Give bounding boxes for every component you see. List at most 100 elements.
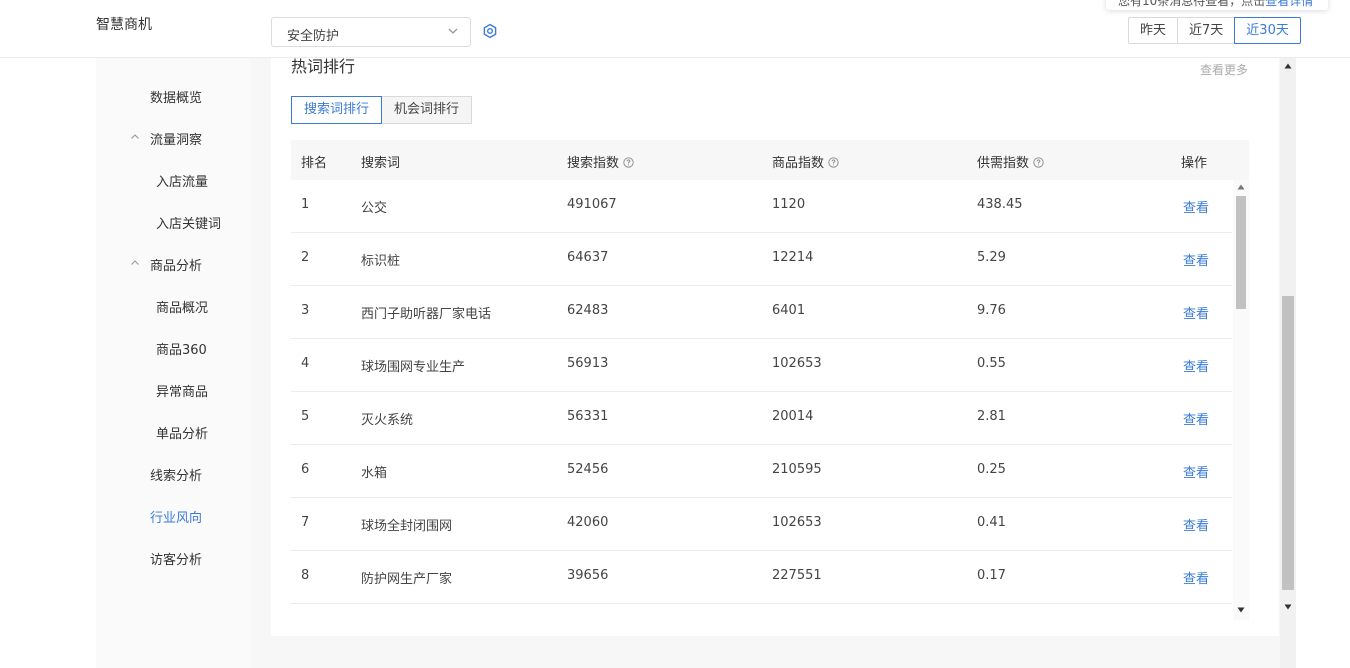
view-button[interactable]: 查看 xyxy=(1183,303,1209,322)
table-row: 5 灭火系统 56331 20014 2.81 查看 xyxy=(291,392,1232,445)
view-button[interactable]: 查看 xyxy=(1183,356,1209,375)
table-body: 1 公交 491067 1120 438.45 查看 2 标识桩 64637 1… xyxy=(291,180,1232,620)
question-circle-icon[interactable] xyxy=(623,157,634,168)
cell-supply-demand: 0.55 xyxy=(977,356,1006,371)
cell-supply-demand: 5.29 xyxy=(977,250,1006,265)
scroll-down-arrow-icon[interactable] xyxy=(1237,607,1245,613)
table-scrollbar[interactable] xyxy=(1233,180,1249,620)
column-supply-demand-label: 供需指数 xyxy=(977,156,1030,171)
date-range-group: 昨天 近7天 近30天 xyxy=(1128,17,1301,44)
cell-supply-demand: 9.76 xyxy=(977,303,1006,318)
sidebar-item-traffic[interactable]: 流量洞察 xyxy=(150,129,202,148)
cell-supply-demand: 0.17 xyxy=(977,568,1006,583)
table-scrollbar-thumb[interactable] xyxy=(1236,196,1246,309)
sidebar xyxy=(96,58,250,668)
column-rank: 排名 xyxy=(301,156,328,171)
cell-rank: 7 xyxy=(301,515,310,530)
view-button[interactable]: 查看 xyxy=(1183,409,1209,428)
cell-supply-demand: 2.81 xyxy=(977,409,1006,424)
chevron-up-icon[interactable] xyxy=(130,258,140,268)
table-row: 6 水箱 52456 210595 0.25 查看 xyxy=(291,445,1232,498)
chevron-up-icon[interactable] xyxy=(130,132,140,142)
cell-search-index: 64637 xyxy=(567,250,609,265)
sidebar-item-store-keywords[interactable]: 入店关键词 xyxy=(156,213,221,232)
table-row: 2 标识桩 64637 12214 5.29 查看 xyxy=(291,233,1232,286)
column-search-index-label: 搜索指数 xyxy=(567,156,620,171)
cell-product-index: 210595 xyxy=(772,462,822,477)
column-product-index: 商品指数 xyxy=(772,152,839,171)
sidebar-item-product-analysis[interactable]: 商品分析 xyxy=(150,255,202,274)
scroll-down-arrow-icon[interactable] xyxy=(1284,604,1292,610)
range-yesterday-button[interactable]: 昨天 xyxy=(1128,17,1179,44)
view-button[interactable]: 查看 xyxy=(1183,250,1209,269)
cell-supply-demand: 438.45 xyxy=(977,197,1023,212)
sidebar-item-abnormal-products[interactable]: 异常商品 xyxy=(156,381,208,400)
cell-rank: 4 xyxy=(301,356,310,371)
panel-title: 热词排行 xyxy=(291,57,356,76)
question-circle-icon[interactable] xyxy=(828,157,839,168)
range-7days-button[interactable]: 近7天 xyxy=(1177,17,1236,44)
table-row: 3 西门子助听器厂家电话 62483 6401 9.76 查看 xyxy=(291,286,1232,339)
cell-product-index: 6401 xyxy=(772,303,806,318)
cell-product-index: 20014 xyxy=(772,409,814,424)
sidebar-item-store-traffic[interactable]: 入店流量 xyxy=(156,171,208,190)
cell-product-index: 1120 xyxy=(772,197,806,212)
sidebar-item-visitors[interactable]: 访客分析 xyxy=(150,549,202,568)
cell-term: 标识桩 xyxy=(361,254,401,269)
cell-product-index: 102653 xyxy=(772,515,822,530)
scroll-up-arrow-icon[interactable] xyxy=(1237,184,1245,190)
page-scrollbar-thumb[interactable] xyxy=(1282,296,1294,590)
cell-rank: 1 xyxy=(301,197,310,212)
question-circle-icon[interactable] xyxy=(1033,157,1044,168)
category-select-value: 安全防护 xyxy=(287,29,340,44)
cell-rank: 2 xyxy=(301,250,310,265)
column-search-index: 搜索指数 xyxy=(567,152,634,171)
sidebar-item-single-product[interactable]: 单品分析 xyxy=(156,423,208,442)
cell-search-index: 42060 xyxy=(567,515,609,530)
chevron-down-icon xyxy=(448,28,458,34)
category-select[interactable]: 安全防护 xyxy=(271,17,471,47)
view-button[interactable]: 查看 xyxy=(1183,462,1209,481)
view-button[interactable]: 查看 xyxy=(1183,197,1209,216)
notification-text: 您有10条消息待查看，点击 xyxy=(1118,0,1266,8)
page-scrollbar[interactable] xyxy=(1280,58,1296,668)
notification-link[interactable]: 查看详情 xyxy=(1265,0,1313,8)
table-row: 4 球场围网专业生产 56913 102653 0.55 查看 xyxy=(291,339,1232,392)
settings-icon[interactable] xyxy=(482,23,498,39)
app-title: 智慧商机 xyxy=(96,17,152,33)
cell-rank: 3 xyxy=(301,303,310,318)
notification-popover: 您有10条消息待查看，点击查看详情 xyxy=(1106,0,1328,10)
tab-opportunity-ranking[interactable]: 机会词排行 xyxy=(381,96,473,124)
cell-term: 水箱 xyxy=(361,466,388,481)
column-action: 操作 xyxy=(1181,156,1208,171)
cell-search-index: 56913 xyxy=(567,356,609,371)
cell-term: 防护网生产厂家 xyxy=(361,572,453,587)
cell-rank: 8 xyxy=(301,568,310,583)
column-term: 搜索词 xyxy=(361,156,401,171)
cell-search-index: 52456 xyxy=(567,462,609,477)
view-button[interactable]: 查看 xyxy=(1183,568,1209,587)
sidebar-item-product-overview[interactable]: 商品概况 xyxy=(156,297,208,316)
cell-product-index: 227551 xyxy=(772,568,822,583)
cell-rank: 5 xyxy=(301,409,310,424)
range-30days-button[interactable]: 近30天 xyxy=(1234,17,1301,44)
cell-term: 球场全封闭围网 xyxy=(361,519,453,534)
tab-search-ranking[interactable]: 搜索词排行 xyxy=(291,96,383,124)
cell-supply-demand: 0.41 xyxy=(977,515,1006,530)
sidebar-item-product-360[interactable]: 商品360 xyxy=(156,339,207,358)
sidebar-item-leads[interactable]: 线索分析 xyxy=(150,465,202,484)
cell-term: 灭火系统 xyxy=(361,413,414,428)
cell-search-index: 39656 xyxy=(567,568,609,583)
view-more-link[interactable]: 查看更多 xyxy=(1200,61,1248,78)
sidebar-item-overview[interactable]: 数据概览 xyxy=(150,87,202,106)
cell-product-index: 12214 xyxy=(772,250,814,265)
cell-supply-demand: 0.25 xyxy=(977,462,1006,477)
sidebar-item-industry-trends[interactable]: 行业风向 xyxy=(150,507,202,526)
column-supply-demand: 供需指数 xyxy=(977,152,1044,171)
cell-term: 西门子助听器厂家电话 xyxy=(361,307,492,322)
table-row: 8 防护网生产厂家 39656 227551 0.17 查看 xyxy=(291,551,1232,604)
cell-product-index: 102653 xyxy=(772,356,822,371)
table-row: 7 球场全封闭围网 42060 102653 0.41 查看 xyxy=(291,498,1232,551)
view-button[interactable]: 查看 xyxy=(1183,515,1209,534)
scroll-up-arrow-icon[interactable] xyxy=(1284,63,1292,69)
